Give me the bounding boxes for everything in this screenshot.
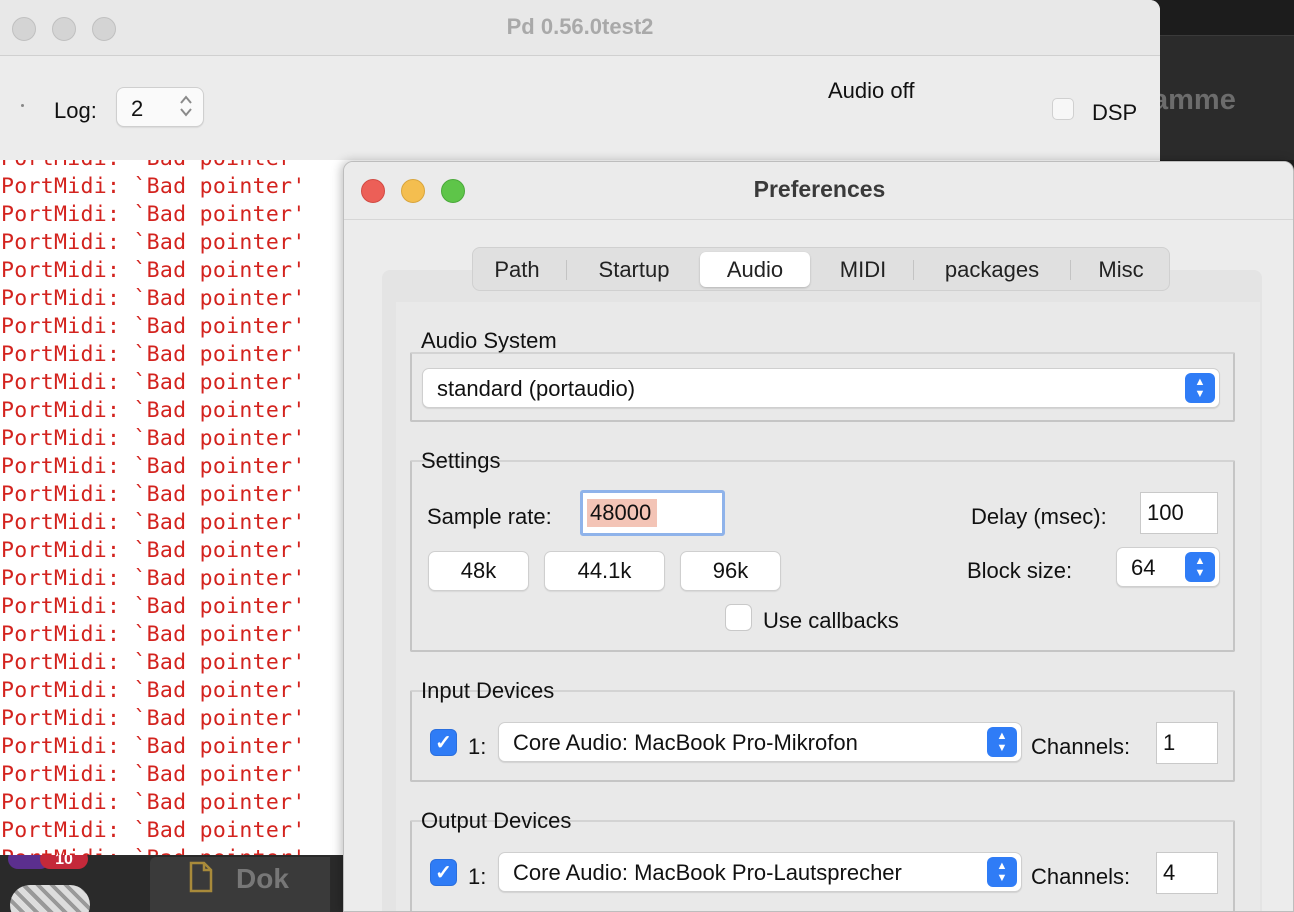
audio-status: Audio off xyxy=(828,78,915,103)
input-device-select[interactable]: Core Audio: MacBook Pro-Mikrofon ▲ ▼ xyxy=(498,722,1022,762)
log-line: PortMidi: `Bad pointer' xyxy=(1,174,306,199)
log-line: PortMidi: `Bad pointer' xyxy=(1,426,306,451)
document-icon xyxy=(188,861,214,900)
log-line: PortMidi: `Bad pointer' xyxy=(1,734,306,759)
log-line: PortMidi: `Bad pointer' xyxy=(1,482,306,507)
input-channels-input[interactable]: 1 xyxy=(1156,722,1218,764)
pd-toolbar: Log: 2 Audio off DSP xyxy=(0,56,1160,160)
log-line: PortMidi: `Bad pointer' xyxy=(1,790,306,815)
input-devices-label: Input Devices xyxy=(421,678,555,703)
log-line: PortMidi: `Bad pointer' xyxy=(1,846,306,855)
background-app-window: amme xyxy=(1152,0,1294,160)
tab-packages[interactable]: packages xyxy=(919,252,1065,287)
chevron-updown-icon: ▲ ▼ xyxy=(987,727,1017,757)
tab-startup[interactable]: Startup xyxy=(573,252,695,287)
dsp-label: DSP xyxy=(1092,100,1138,125)
dock-avatar[interactable] xyxy=(10,885,90,912)
window-title: Pd 0.56.0test2 xyxy=(506,14,654,39)
sample-rate-input[interactable]: 48000 xyxy=(580,490,725,536)
log-line: PortMidi: `Bad pointer' xyxy=(1,538,306,563)
block-size-select[interactable]: 64 ▲ ▼ xyxy=(1116,547,1220,587)
background-app-toolbar xyxy=(1160,0,1294,36)
input-device-value: Core Audio: MacBook Pro-Mikrofon xyxy=(513,730,858,755)
rate-96k-button[interactable]: 96k xyxy=(680,551,781,591)
tab-misc[interactable]: Misc xyxy=(1075,252,1167,287)
log-line: PortMidi: `Bad pointer' xyxy=(1,566,306,591)
input-device-index: 1: xyxy=(468,734,487,759)
settings-label: Settings xyxy=(421,448,501,473)
chevron-updown-icon: ▲ ▼ xyxy=(1185,373,1215,403)
delay-label: Delay (msec): xyxy=(971,504,1107,529)
tab-bar: Path Startup Audio MIDI packages Misc xyxy=(472,247,1170,291)
window-title: Preferences xyxy=(753,176,886,202)
rate-48k-button[interactable]: 48k xyxy=(428,551,529,591)
log-line: PortMidi: `Bad pointer' xyxy=(1,202,306,227)
output-channels-label: Channels: xyxy=(1031,864,1131,889)
output-device-index: 1: xyxy=(468,864,487,889)
log-line: PortMidi: `Bad pointer' xyxy=(1,706,306,731)
log-line: PortMidi: `Bad pointer' xyxy=(1,454,306,479)
log-line: PortMidi: `Bad pointer' xyxy=(1,762,306,787)
log-line: PortMidi: `Bad pointer' xyxy=(1,398,306,423)
preferences-window: Preferences Path Startup Audio MIDI pack… xyxy=(343,161,1294,912)
output-channels-input[interactable]: 4 xyxy=(1156,852,1218,894)
log-line: PortMidi: `Bad pointer' xyxy=(1,370,306,395)
chevron-updown-icon: ▲ ▼ xyxy=(987,857,1017,887)
log-level-select[interactable]: 2 xyxy=(116,87,204,127)
chevron-updown-icon: ▲ ▼ xyxy=(1185,552,1215,582)
rate-44k-button[interactable]: 44.1k xyxy=(544,551,665,591)
audio-system-select[interactable]: standard (portaudio) ▲ ▼ xyxy=(422,368,1220,408)
log-console[interactable]: PortMidi: `Bad pointer' PortMidi: `Bad po… xyxy=(0,160,344,855)
log-line: PortMidi: `Bad pointer' xyxy=(1,314,306,339)
input-channels-label: Channels: xyxy=(1031,734,1131,759)
output-device-checkbox[interactable]: ✓ xyxy=(430,859,457,886)
dock: 10 Dok xyxy=(0,849,350,912)
dock-document-tile[interactable]: Dok xyxy=(150,857,330,912)
log-label: Log: xyxy=(54,98,97,123)
dsp-checkbox[interactable] xyxy=(1052,98,1074,120)
log-line: PortMidi: `Bad pointer' xyxy=(1,160,306,171)
preferences-titlebar: Preferences xyxy=(344,162,1293,220)
audio-system-label: Audio System xyxy=(421,328,557,353)
tab-audio[interactable]: Audio xyxy=(700,252,810,287)
output-device-value: Core Audio: MacBook Pro-Lautsprecher xyxy=(513,860,902,885)
sample-rate-label: Sample rate: xyxy=(427,504,552,529)
log-line: PortMidi: `Bad pointer' xyxy=(1,286,306,311)
log-line: PortMidi: `Bad pointer' xyxy=(1,678,306,703)
use-callbacks-label: Use callbacks xyxy=(763,608,899,633)
log-level-value: 2 xyxy=(131,96,144,121)
log-line: PortMidi: `Bad pointer' xyxy=(1,818,306,843)
log-line: PortMidi: `Bad pointer' xyxy=(1,594,306,619)
tab-separator xyxy=(913,260,914,280)
output-devices-label: Output Devices xyxy=(421,808,572,833)
dock-document-label: Dok xyxy=(236,863,289,894)
tab-separator xyxy=(1070,260,1071,280)
log-line: PortMidi: `Bad pointer' xyxy=(1,650,306,675)
log-line: PortMidi: `Bad pointer' xyxy=(1,622,306,647)
tab-separator xyxy=(566,260,567,280)
audio-system-value: standard (portaudio) xyxy=(437,376,636,401)
log-line: PortMidi: `Bad pointer' xyxy=(1,342,306,367)
log-line: PortMidi: `Bad pointer' xyxy=(1,510,306,535)
block-size-label: Block size: xyxy=(967,558,1073,583)
delay-input[interactable]: 100 xyxy=(1140,492,1218,534)
sample-rate-value: 48000 xyxy=(587,499,658,527)
use-callbacks-checkbox[interactable] xyxy=(725,604,752,631)
resize-handle[interactable] xyxy=(21,104,24,107)
tab-path[interactable]: Path xyxy=(477,252,557,287)
chevron-updown-icon xyxy=(179,92,193,122)
output-device-select[interactable]: Core Audio: MacBook Pro-Lautsprecher ▲ ▼ xyxy=(498,852,1022,892)
input-device-checkbox[interactable]: ✓ xyxy=(430,729,457,756)
log-line: PortMidi: `Bad pointer' xyxy=(1,258,306,283)
pd-titlebar: Pd 0.56.0test2 xyxy=(0,0,1160,56)
log-line: PortMidi: `Bad pointer' xyxy=(1,230,306,255)
background-app-text: amme xyxy=(1152,84,1236,116)
block-size-value: 64 xyxy=(1131,555,1156,580)
tab-midi[interactable]: MIDI xyxy=(818,252,908,287)
